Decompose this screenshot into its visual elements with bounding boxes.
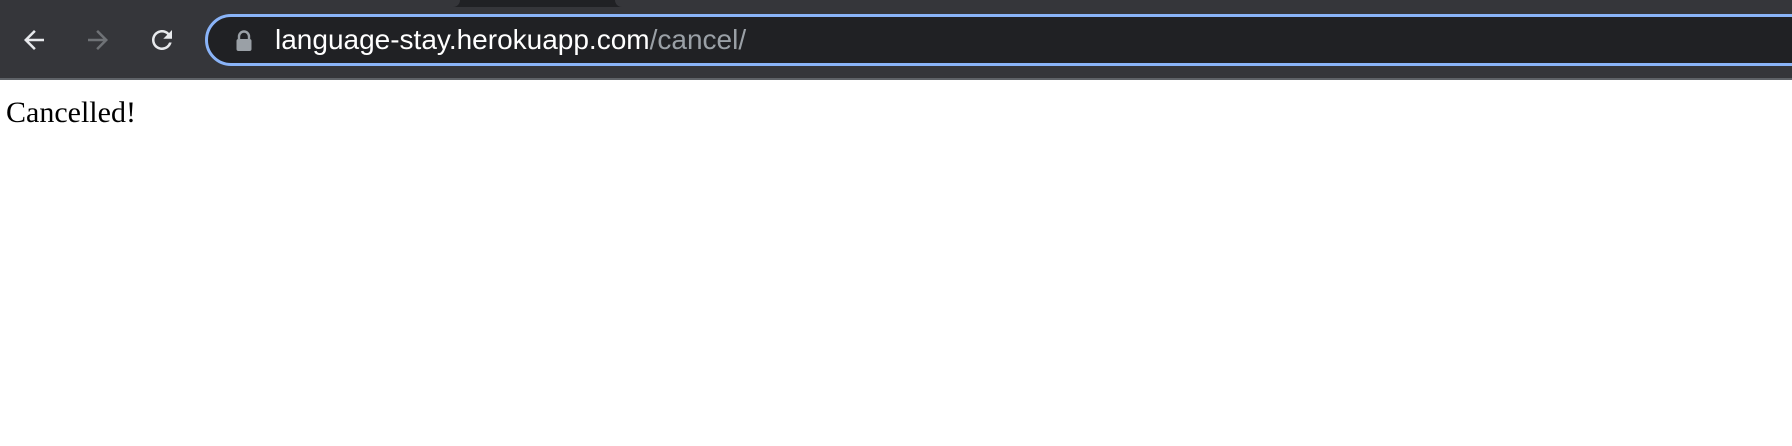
- forward-button[interactable]: [78, 20, 118, 60]
- url-path: /cancel/: [649, 24, 747, 55]
- url-host: language-stay.herokuapp.com: [275, 24, 650, 55]
- lock-icon[interactable]: [234, 30, 254, 52]
- tab[interactable]: [0, 0, 460, 7]
- reload-icon: [152, 30, 172, 50]
- browser-toolbar: language-stay.herokuapp.com/cancel/: [0, 0, 1792, 80]
- arrow-right-icon: [88, 30, 108, 50]
- tab[interactable]: [615, 0, 1792, 7]
- reload-button[interactable]: [142, 20, 182, 60]
- arrow-left-icon: [24, 30, 44, 50]
- back-button[interactable]: [14, 20, 54, 60]
- status-message: Cancelled!: [6, 96, 136, 129]
- address-bar[interactable]: language-stay.herokuapp.com/cancel/: [205, 14, 1792, 66]
- tab-strip: [0, 0, 1792, 7]
- url-text[interactable]: language-stay.herokuapp.com/cancel/: [275, 17, 746, 63]
- page-content: Cancelled!: [0, 80, 1792, 446]
